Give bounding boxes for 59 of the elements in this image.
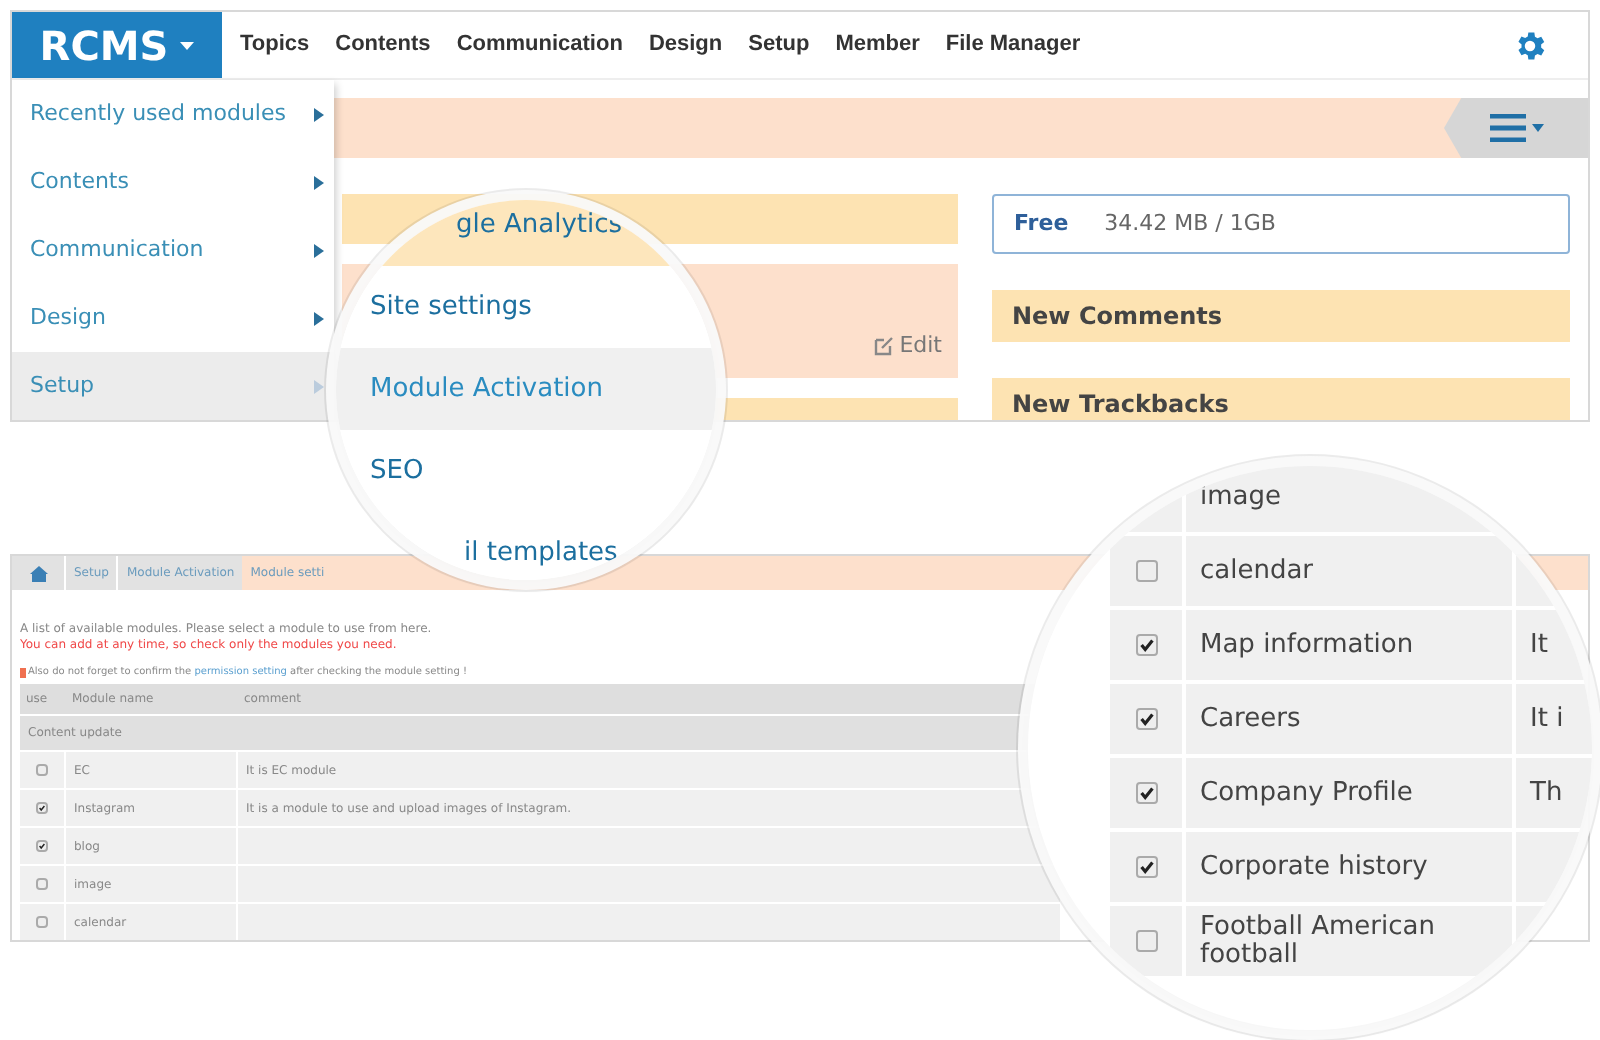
checkbox[interactable] bbox=[36, 764, 48, 776]
edit-link[interactable]: Edit bbox=[873, 329, 942, 362]
checkbox[interactable] bbox=[1135, 708, 1157, 730]
checkmark-icon bbox=[1137, 636, 1155, 654]
menu-item[interactable]: Setup bbox=[12, 352, 334, 420]
checkbox[interactable] bbox=[36, 802, 48, 814]
checkbox[interactable] bbox=[36, 878, 48, 890]
checkbox[interactable] bbox=[1135, 856, 1157, 878]
widget-header: New Trackbacks bbox=[992, 378, 1570, 420]
menu-item[interactable]: Module Activation bbox=[336, 348, 716, 430]
checkbox[interactable] bbox=[1135, 930, 1157, 952]
checkbox[interactable] bbox=[36, 840, 48, 852]
menu-item[interactable]: Recently used modules bbox=[12, 80, 334, 148]
caret-icon bbox=[314, 107, 324, 121]
module-comment: It i bbox=[1516, 684, 1592, 754]
caret-icon bbox=[314, 243, 324, 257]
menu-toggle-button[interactable] bbox=[1444, 98, 1588, 158]
checkmark-icon bbox=[1137, 710, 1155, 728]
home-icon bbox=[29, 565, 47, 581]
nav-link[interactable]: Design bbox=[648, 28, 723, 62]
checkmark-icon bbox=[1137, 784, 1155, 802]
warning-icon bbox=[20, 668, 26, 678]
nav-link[interactable]: File Manager bbox=[945, 28, 1081, 62]
caret-icon bbox=[314, 379, 324, 393]
storage-label: Free bbox=[1014, 207, 1069, 240]
nav-link[interactable]: Member bbox=[835, 28, 920, 62]
nav-link[interactable]: Setup bbox=[748, 28, 810, 62]
menu-item[interactable]: Site settings bbox=[336, 266, 716, 348]
nav-link[interactable]: Communication bbox=[456, 28, 623, 62]
caret-icon bbox=[314, 175, 324, 189]
checkbox[interactable] bbox=[1135, 782, 1157, 804]
caret-icon bbox=[314, 311, 324, 325]
caret-down-icon bbox=[180, 41, 195, 49]
checkbox[interactable] bbox=[1135, 560, 1157, 582]
checkbox[interactable] bbox=[36, 916, 48, 928]
menu-icon bbox=[1489, 114, 1525, 142]
nav-link[interactable]: Topics bbox=[240, 28, 310, 62]
logo-button[interactable]: RCMS bbox=[12, 12, 222, 78]
caret-down-icon bbox=[1531, 124, 1543, 132]
module-name: Map information bbox=[1186, 610, 1512, 680]
module-name: Company Profile bbox=[1186, 758, 1512, 828]
module-name: Careers bbox=[1186, 684, 1512, 754]
home-button[interactable] bbox=[12, 556, 64, 590]
checkbox[interactable] bbox=[1135, 634, 1157, 656]
checkmark-icon bbox=[1137, 858, 1155, 876]
menu-item[interactable]: Communication bbox=[12, 216, 334, 284]
module-name: calendar bbox=[1186, 536, 1512, 606]
checkmark-icon bbox=[38, 804, 46, 812]
checkmark-icon bbox=[38, 842, 46, 850]
menu-item[interactable]: Contents bbox=[12, 148, 334, 216]
menu-item[interactable]: SEO bbox=[336, 430, 716, 512]
storage-value: 34.42 MB / 1GB bbox=[1104, 207, 1276, 240]
menu-item[interactable]: Design bbox=[12, 284, 334, 352]
module-comment: Th bbox=[1516, 758, 1592, 828]
widget-header: New Comments bbox=[992, 290, 1570, 342]
module-name: Football American football bbox=[1186, 906, 1512, 976]
module-name: Corporate history bbox=[1186, 832, 1512, 902]
nav-link[interactable]: Contents bbox=[335, 28, 431, 62]
edit-icon bbox=[873, 335, 894, 356]
